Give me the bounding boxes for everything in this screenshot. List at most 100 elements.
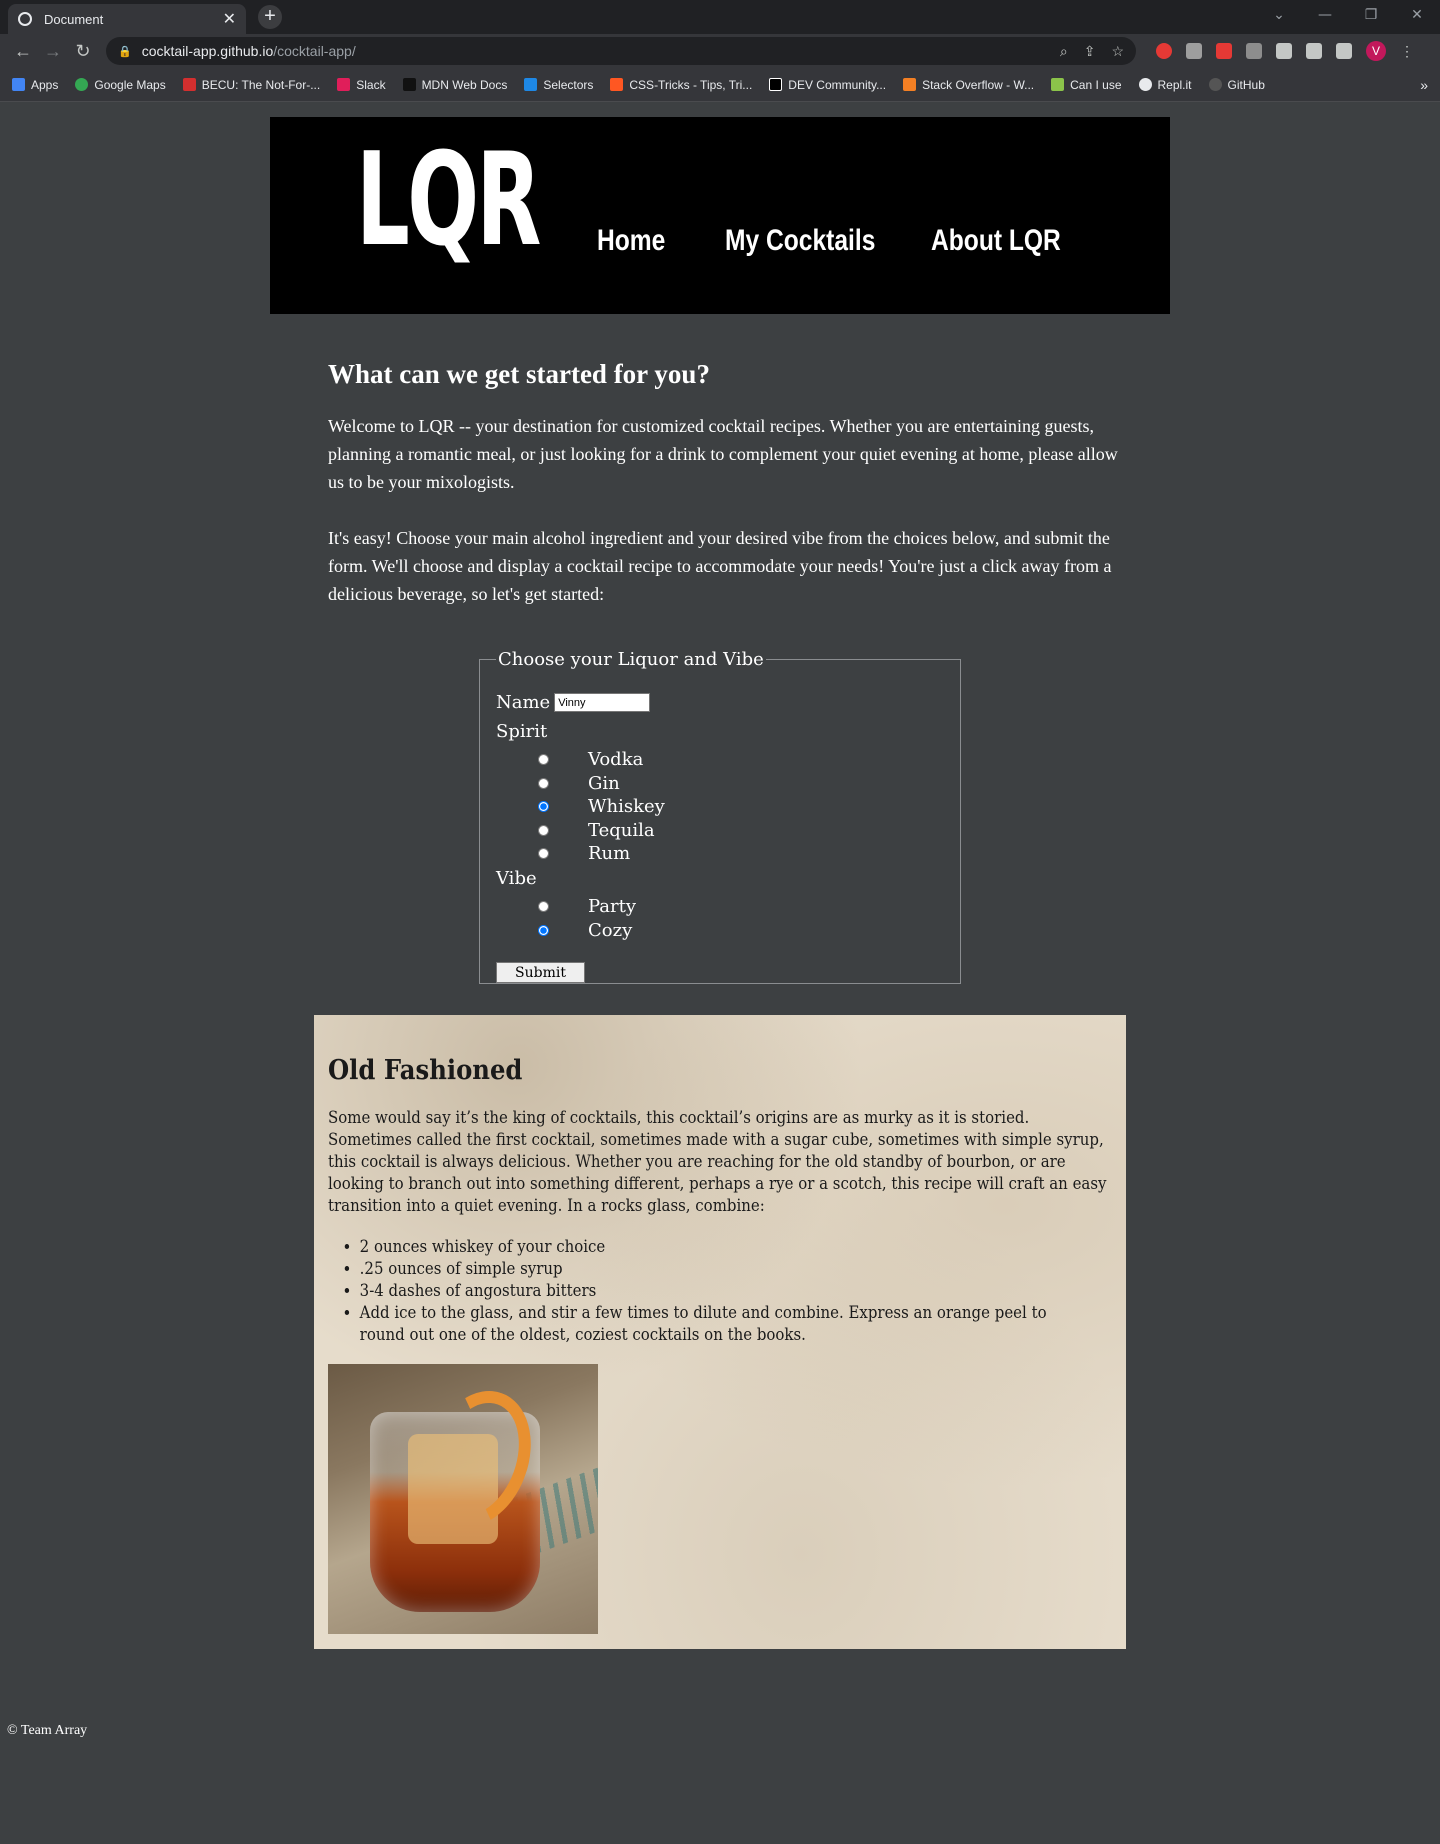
back-icon[interactable]: ← (8, 41, 38, 62)
nav-home[interactable]: Home (597, 224, 665, 258)
url-host: cocktail-app.github.io (141, 43, 274, 59)
vibe-radio-cozy[interactable] (538, 925, 549, 936)
bookmark-can-i-use[interactable]: Can I use (1051, 78, 1122, 92)
bookmark-replit[interactable]: Repl.it (1138, 78, 1192, 92)
bookmark-selectors[interactable]: Selectors (524, 78, 593, 92)
vibe-option-party[interactable]: Party (538, 896, 636, 917)
spirit-radio-rum[interactable] (538, 848, 549, 859)
apps-grid-icon (12, 78, 25, 91)
extensions-area: V ⋮ (1156, 41, 1414, 61)
bookmarks-bar: Apps Google Maps BECU: The Not-For-... S… (0, 68, 1440, 102)
share-icon[interactable]: ⇪ (1084, 43, 1096, 60)
reading-list-icon[interactable] (1306, 43, 1322, 59)
bookmarks-overflow-icon[interactable]: » (1420, 77, 1428, 93)
profile-avatar[interactable]: V (1366, 41, 1386, 61)
bookmark-apps[interactable]: Apps (12, 78, 58, 92)
cocktail-form: Choose your Liquor and Vibe Name Spirit … (479, 649, 961, 984)
menu-dots-icon[interactable]: ⋮ (1400, 43, 1414, 60)
bookmark-star-icon[interactable]: ☆ (1111, 43, 1124, 60)
bookmark-google-maps[interactable]: Google Maps (75, 78, 166, 92)
css-tricks-icon (610, 78, 624, 91)
intro-paragraph-2: It's easy! Choose your main alcohol ingr… (328, 528, 1112, 604)
github-icon (1208, 78, 1222, 91)
side-panel-icon[interactable] (1336, 43, 1352, 59)
browser-toolbar: ← → ↻ 🔒 cocktail-app.github.io/cocktail-… (0, 34, 1440, 68)
bookmark-slack[interactable]: Slack (337, 78, 386, 92)
ingredient-list: 2 ounces whiskey of your choice .25 ounc… (328, 1236, 1085, 1346)
puzzle-icon[interactable] (1276, 43, 1292, 59)
can-i-use-icon (1051, 78, 1065, 91)
extension-icon[interactable] (1186, 43, 1202, 59)
bookmark-css-tricks[interactable]: CSS-Tricks - Tips, Tri... (610, 78, 752, 92)
close-tab-icon[interactable]: ✕ (223, 9, 236, 29)
browser-tab[interactable]: Document ✕ (8, 4, 246, 34)
name-input[interactable] (554, 693, 651, 712)
vibe-radio-party[interactable] (538, 901, 549, 912)
maps-pin-icon (75, 78, 89, 91)
extension-icon[interactable] (1156, 43, 1172, 59)
becu-icon (182, 78, 196, 91)
dev-icon (769, 78, 783, 91)
tab-title: Document (44, 11, 104, 27)
site-logo[interactable]: LQR (356, 137, 541, 265)
spirit-radio-tequila[interactable] (538, 825, 549, 836)
vibe-label: Vibe (496, 868, 537, 889)
bookmark-mdn[interactable]: MDN Web Docs (402, 78, 507, 92)
zoom-icon[interactable]: ⌕ (1060, 43, 1068, 60)
spirit-radio-gin[interactable] (538, 778, 549, 789)
tab-search-icon[interactable]: ⌄ (1256, 0, 1302, 30)
spirit-option-gin[interactable]: Gin (538, 773, 620, 794)
vibe-option-cozy[interactable]: Cozy (538, 920, 632, 941)
spirit-option-tequila[interactable]: Tequila (538, 820, 655, 841)
lock-icon[interactable]: 🔒 (118, 45, 132, 58)
globe-icon (18, 12, 32, 26)
footer-text: © Team Array (7, 1723, 88, 1738)
nav-about-lqr[interactable]: About LQR (931, 224, 1061, 258)
bookmark-github[interactable]: GitHub (1208, 78, 1265, 92)
window-controls: ⌄ — ❐ ✕ (1256, 0, 1440, 30)
name-label: Name (496, 692, 551, 713)
recipe-title: Old Fashioned (328, 1055, 523, 1086)
bookmark-becu[interactable]: BECU: The Not-For-... (182, 78, 320, 92)
stack-overflow-icon (903, 78, 917, 91)
recipe-card: Old Fashioned Some would say it’s the ki… (314, 1015, 1126, 1649)
reload-icon[interactable]: ↻ (68, 41, 98, 62)
page-content: LQR Home My Cocktails About LQR What can… (0, 102, 1440, 1844)
list-item: Add ice to the glass, and stir a few tim… (360, 1302, 1085, 1346)
site-header: LQR Home My Cocktails About LQR (270, 117, 1170, 314)
intro-section: What can we get started for you? Welcome… (328, 359, 1118, 636)
nav-my-cocktails[interactable]: My Cocktails (725, 224, 875, 258)
name-row: Name (496, 692, 651, 713)
close-window-icon[interactable]: ✕ (1394, 0, 1440, 30)
spirit-option-rum[interactable]: Rum (538, 843, 630, 864)
spirit-option-whiskey[interactable]: Whiskey (538, 796, 665, 817)
url-path: /cocktail-app/ (273, 43, 356, 59)
list-item: 2 ounces whiskey of your choice (360, 1236, 1085, 1258)
submit-button[interactable]: Submit (496, 962, 585, 983)
recipe-description: Some would say it’s the king of cocktail… (328, 1108, 1107, 1216)
form-legend: Choose your Liquor and Vibe (498, 649, 764, 670)
restore-icon[interactable]: ❐ (1348, 0, 1394, 30)
spirit-radio-vodka[interactable] (538, 754, 549, 765)
replit-icon (1138, 78, 1152, 91)
spirit-radio-whiskey[interactable] (538, 801, 549, 812)
mdn-icon (402, 78, 416, 91)
spirit-label: Spirit (496, 721, 548, 742)
list-item: 3-4 dashes of angostura bitters (360, 1280, 1085, 1302)
bookmark-dev[interactable]: DEV Community... (769, 78, 886, 92)
extension-icon[interactable] (1246, 43, 1262, 59)
slack-icon (337, 78, 351, 91)
extension-icon[interactable] (1216, 43, 1232, 59)
w3-icon (524, 78, 538, 91)
new-tab-button[interactable]: + (258, 5, 282, 29)
bookmark-stack-overflow[interactable]: Stack Overflow - W... (903, 78, 1034, 92)
intro-paragraph-1: Welcome to LQR -- your destination for c… (328, 416, 1118, 492)
browser-tab-bar: Document ✕ + ⌄ — ❐ ✕ (0, 0, 1440, 34)
list-item: .25 ounces of simple syrup (360, 1258, 1085, 1280)
cocktail-photo (328, 1364, 598, 1634)
minimize-icon[interactable]: — (1302, 0, 1348, 30)
spirit-option-vodka[interactable]: Vodka (538, 749, 643, 770)
address-bar[interactable]: 🔒 cocktail-app.github.io/cocktail-app/ ⌕… (106, 37, 1136, 65)
intro-heading: What can we get started for you? (328, 359, 710, 389)
forward-icon[interactable]: → (38, 41, 68, 62)
